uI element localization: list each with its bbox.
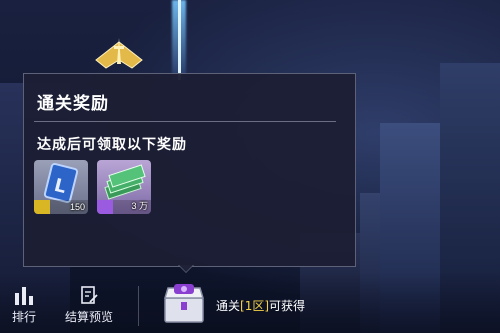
- reward-quantity: 150: [69, 202, 85, 212]
- light-beam-core: [178, 0, 181, 80]
- treasure-chest-icon[interactable]: [160, 280, 208, 326]
- clear-prefix: 通关: [216, 299, 241, 313]
- clear-reward-hint: 通关[1区]可获得: [216, 297, 305, 314]
- settlement-preview-button[interactable]: 结算预览: [58, 285, 120, 325]
- reward-quantity: 3 万: [131, 201, 148, 211]
- clear-zone: [1区]: [240, 299, 270, 313]
- popup-pointer-fill: [179, 265, 193, 272]
- document-edit-icon: [81, 286, 98, 304]
- clear-suffix: 可获得: [269, 299, 306, 313]
- reward-item[interactable]: L 150: [34, 160, 88, 214]
- divider: [34, 121, 336, 122]
- popup-title: 通关奖励: [37, 94, 109, 114]
- divider: [138, 286, 139, 326]
- settlement-preview-label: 结算预览: [64, 310, 113, 324]
- rank-label: 排行: [11, 310, 36, 324]
- reward-popup: 通关奖励 达成后可领取以下奖励 L 150 3 万: [23, 73, 356, 267]
- winged-sword-emblem-icon: [95, 38, 143, 69]
- rank-button[interactable]: 排行: [2, 285, 46, 325]
- bar-chart-icon: [15, 287, 33, 305]
- popup-subtitle: 达成后可领取以下奖励: [37, 137, 187, 153]
- reward-item[interactable]: 3 万: [97, 160, 151, 214]
